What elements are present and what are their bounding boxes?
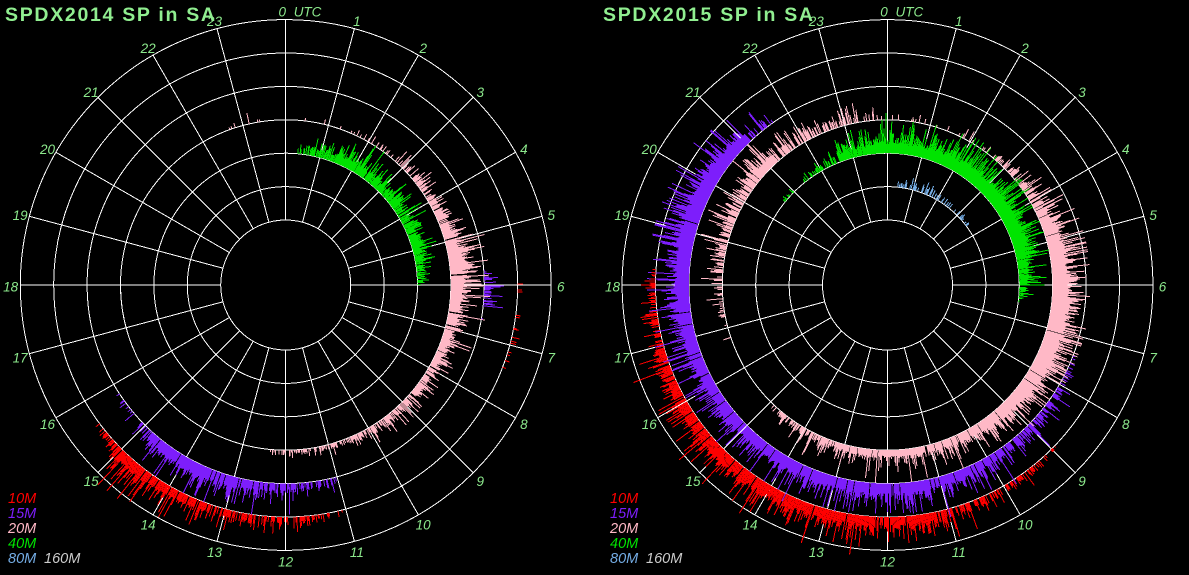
svg-text:17: 17 <box>614 351 630 366</box>
svg-text:12: 12 <box>278 554 294 569</box>
svg-text:14: 14 <box>141 518 156 533</box>
svg-text:0: 0 <box>278 4 286 19</box>
svg-text:160M: 160M <box>646 551 683 567</box>
svg-text:20M: 20M <box>7 521 37 537</box>
svg-text:15M: 15M <box>8 506 37 522</box>
svg-text:10: 10 <box>1017 518 1033 533</box>
svg-text:UTC: UTC <box>896 4 924 19</box>
svg-text:4: 4 <box>520 142 528 157</box>
svg-text:6: 6 <box>557 279 565 294</box>
svg-text:6: 6 <box>1159 279 1167 294</box>
svg-text:SPDX2014 SP in SA: SPDX2014 SP in SA <box>5 4 217 26</box>
svg-text:19: 19 <box>13 208 29 223</box>
svg-text:11: 11 <box>952 545 966 560</box>
svg-text:10M: 10M <box>8 491 37 507</box>
svg-text:16: 16 <box>642 417 658 432</box>
svg-text:15: 15 <box>685 474 701 489</box>
svg-text:22: 22 <box>741 41 758 56</box>
svg-text:16: 16 <box>40 417 56 432</box>
svg-text:1: 1 <box>955 14 963 29</box>
svg-text:12: 12 <box>880 554 896 569</box>
svg-text:10: 10 <box>416 518 432 533</box>
svg-text:2: 2 <box>418 41 427 56</box>
svg-text:160M: 160M <box>44 551 81 567</box>
svg-text:18: 18 <box>605 279 621 294</box>
svg-text:1: 1 <box>353 14 361 29</box>
svg-text:40M: 40M <box>610 536 639 552</box>
svg-text:15: 15 <box>84 474 100 489</box>
svg-text:7: 7 <box>1149 351 1157 366</box>
svg-text:20: 20 <box>641 142 658 157</box>
svg-text:21: 21 <box>83 85 99 100</box>
svg-text:80M: 80M <box>610 551 639 567</box>
svg-text:5: 5 <box>1149 208 1157 223</box>
svg-text:11: 11 <box>350 545 364 560</box>
svg-text:22: 22 <box>140 41 157 56</box>
svg-text:13: 13 <box>809 545 825 560</box>
svg-text:21: 21 <box>684 85 700 100</box>
svg-text:15M: 15M <box>610 506 639 522</box>
svg-text:9: 9 <box>476 474 484 489</box>
svg-text:17: 17 <box>13 351 29 366</box>
svg-text:7: 7 <box>548 351 556 366</box>
svg-text:3: 3 <box>1078 85 1086 100</box>
svg-text:3: 3 <box>476 85 484 100</box>
svg-text:2: 2 <box>1020 41 1029 56</box>
svg-text:18: 18 <box>3 279 19 294</box>
svg-text:9: 9 <box>1078 474 1086 489</box>
svg-text:10M: 10M <box>610 491 639 507</box>
svg-text:8: 8 <box>1122 417 1130 432</box>
svg-text:20: 20 <box>39 142 56 157</box>
svg-text:4: 4 <box>1122 142 1130 157</box>
svg-text:8: 8 <box>520 417 528 432</box>
svg-text:19: 19 <box>614 208 630 223</box>
svg-text:13: 13 <box>207 545 223 560</box>
svg-text:40M: 40M <box>8 536 37 552</box>
svg-text:80M: 80M <box>8 551 37 567</box>
svg-text:UTC: UTC <box>294 4 322 19</box>
svg-text:14: 14 <box>742 518 757 533</box>
svg-text:5: 5 <box>548 208 556 223</box>
svg-text:20M: 20M <box>609 521 639 537</box>
svg-text:0: 0 <box>880 4 888 19</box>
svg-text:SPDX2015 SP in SA: SPDX2015 SP in SA <box>603 4 815 26</box>
